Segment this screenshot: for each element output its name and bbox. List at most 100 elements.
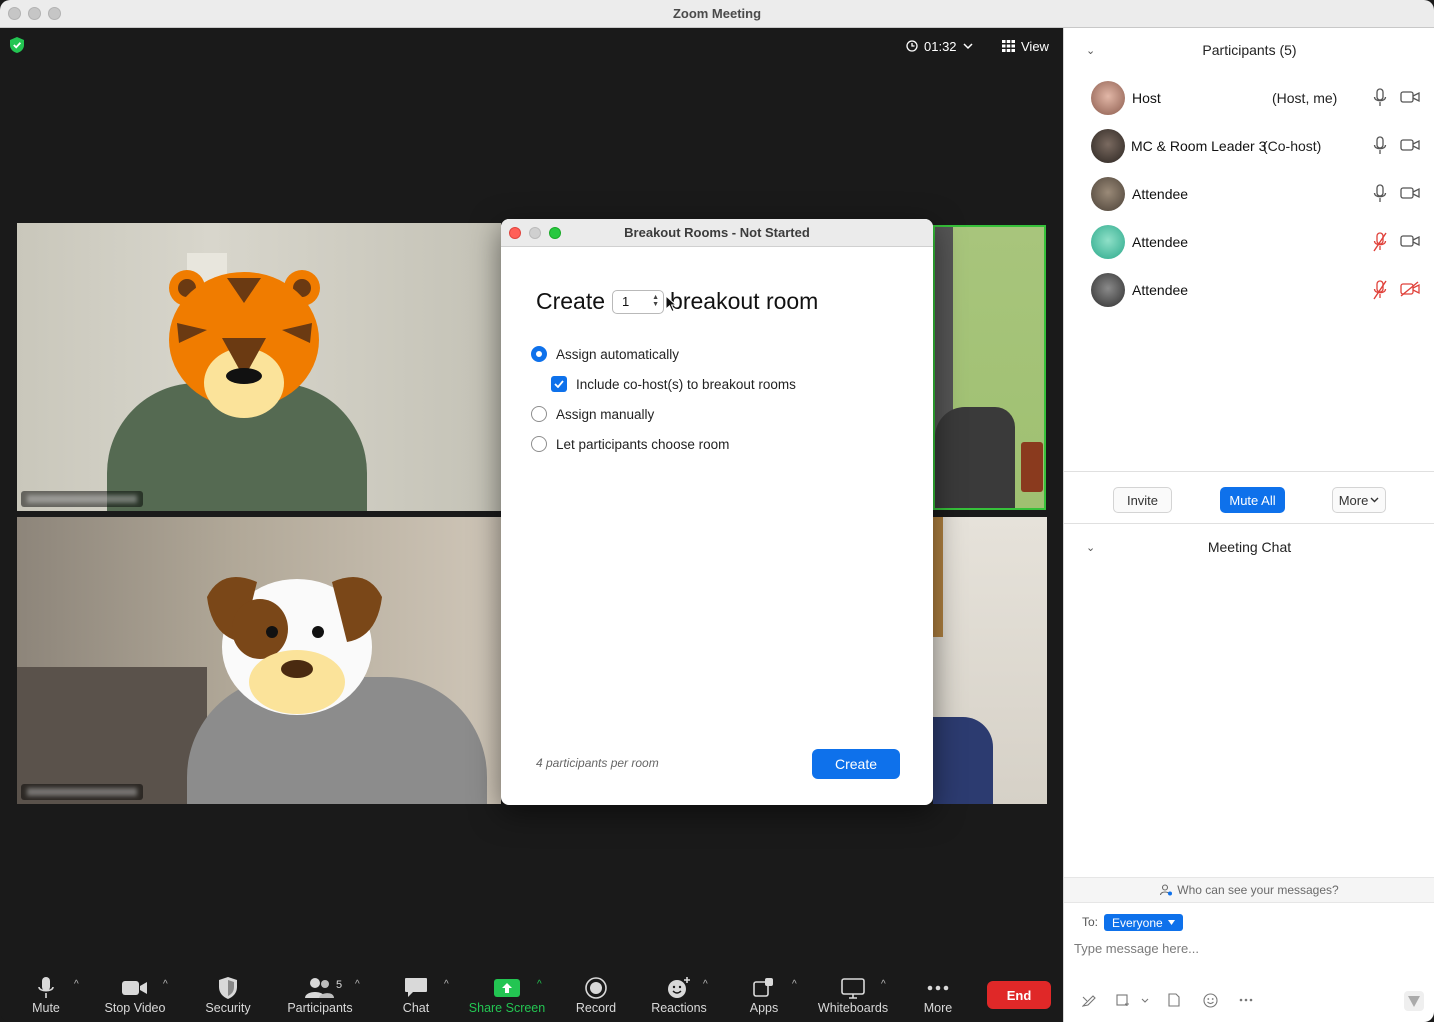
security-button[interactable]: Security	[200, 969, 256, 1022]
muted-microphone-icon[interactable]	[1373, 232, 1387, 252]
include-cohosts-label: Include co-host(s) to breakout rooms	[576, 376, 796, 392]
record-button[interactable]: Record	[572, 969, 620, 1022]
share-screen-button[interactable]: Share Screen	[466, 969, 548, 1022]
zoom-window: Zoom Meeting 01:32 View Breakout Rooms -…	[0, 0, 1434, 1022]
stop-video-button[interactable]: Stop Video	[100, 969, 170, 1022]
chat-button[interactable]: Chat	[396, 969, 436, 1022]
let-participants-choose-option[interactable]: Let participants choose room	[531, 436, 729, 452]
create-rooms-button[interactable]: Create	[812, 749, 900, 779]
video-options-caret-icon[interactable]: ^	[163, 979, 168, 990]
wall-picture	[933, 517, 943, 637]
participants-options-caret-icon[interactable]: ^	[355, 979, 360, 990]
whiteboards-button[interactable]: Whiteboards	[815, 969, 891, 1022]
chat-recipient-select[interactable]: Everyone	[1104, 914, 1183, 931]
invite-button[interactable]: Invite	[1113, 487, 1172, 513]
room-count-value: 1	[622, 293, 630, 309]
participants-header-title: Participants (5)	[1202, 42, 1297, 58]
tiger-filter-icon	[169, 270, 320, 418]
avatar	[1091, 177, 1125, 211]
breakout-rooms-dialog: Breakout Rooms - Not Started Create 1 ▲ ▼…	[501, 219, 933, 805]
dropdown-triangle-icon	[1167, 920, 1175, 925]
whiteboards-options-caret-icon[interactable]: ^	[881, 979, 886, 990]
whiteboards-label: Whiteboards	[817, 1001, 889, 1015]
participant-row[interactable]: MC & Room Leader 3 (Co-host)	[1064, 123, 1434, 171]
participants-button[interactable]: Participants	[284, 969, 356, 1022]
share-options-caret-icon[interactable]: ^	[537, 979, 542, 990]
mute-all-button[interactable]: Mute All	[1220, 487, 1285, 513]
share-screen-icon	[494, 979, 520, 997]
video-camera-icon	[122, 981, 147, 995]
screenshot-icon[interactable]	[1116, 993, 1132, 1007]
avatar	[1091, 225, 1125, 259]
video-camera-icon[interactable]	[1400, 233, 1420, 249]
chevron-down-icon	[1370, 497, 1379, 503]
chat-bubble-icon	[405, 978, 427, 997]
collapse-participants-chevron-icon[interactable]: ⌄	[1086, 44, 1095, 57]
collapse-chat-chevron-icon[interactable]: ⌄	[1086, 541, 1095, 554]
timer-text: 01:32	[924, 38, 957, 54]
file-icon[interactable]	[1168, 993, 1180, 1007]
chat-message-input[interactable]	[1074, 937, 1414, 959]
microphone-icon[interactable]	[1373, 88, 1387, 108]
dialog-title: Breakout Rooms - Not Started	[624, 225, 810, 240]
participants-count-badge: 5	[336, 979, 343, 991]
participant-row[interactable]: Host (Host, me)	[1064, 75, 1434, 123]
participant-row[interactable]: Attendee	[1064, 171, 1434, 219]
chat-header-title: Meeting Chat	[1207, 539, 1292, 555]
who-can-see-text: Who can see your messages?	[1177, 883, 1339, 897]
video-camera-icon[interactable]	[1400, 137, 1420, 153]
participant-row[interactable]: Attendee	[1064, 219, 1434, 267]
include-cohosts-checkbox[interactable]	[551, 376, 567, 392]
meeting-timer[interactable]: 01:32	[906, 35, 973, 57]
muted-microphone-icon[interactable]	[1373, 280, 1387, 300]
video-tile-2-active-speaker[interactable]	[933, 225, 1046, 510]
view-button[interactable]: View	[1002, 35, 1049, 57]
participant-name: MC & Room Leader 3	[1131, 138, 1267, 154]
video-off-icon[interactable]	[1400, 281, 1420, 297]
assign-automatically-option[interactable]: Assign automatically	[531, 346, 679, 362]
let-participants-choose-label: Let participants choose room	[556, 436, 730, 452]
more-button[interactable]: More	[918, 969, 958, 1022]
participant-row[interactable]: Attendee	[1064, 267, 1434, 315]
send-message-icon[interactable]	[1404, 991, 1424, 1011]
let-participants-choose-radio[interactable]	[531, 436, 547, 452]
side-panel: ⌄ Participants (5) Host (Host, me) MC & …	[1063, 28, 1434, 1022]
room-count-stepper[interactable]: 1 ▲ ▼	[612, 289, 665, 314]
assign-automatically-radio[interactable]	[531, 346, 547, 362]
microphone-icon	[38, 977, 54, 998]
video-tile-1[interactable]	[17, 223, 501, 511]
participant-name: Host	[1132, 90, 1161, 106]
reactions-button[interactable]: Reactions	[648, 969, 710, 1022]
apps-button[interactable]: Apps	[744, 969, 784, 1022]
record-icon	[585, 977, 607, 999]
stepper-arrows-icon[interactable]: ▲ ▼	[652, 294, 659, 308]
encryption-shield-icon[interactable]	[10, 37, 24, 53]
avatar	[1091, 129, 1125, 163]
meeting-toolbar: Mute ^ Stop Video ^ Security Participant…	[0, 969, 1063, 1022]
video-camera-icon[interactable]	[1400, 185, 1420, 201]
window-title: Zoom Meeting	[672, 6, 762, 21]
format-text-icon[interactable]	[1082, 993, 1096, 1007]
emoji-icon[interactable]	[1203, 993, 1218, 1008]
video-camera-icon[interactable]	[1400, 89, 1420, 105]
end-meeting-button[interactable]: End	[987, 981, 1051, 1009]
mute-options-caret-icon[interactable]: ^	[74, 979, 79, 990]
chat-panel-header: ⌄ Meeting Chat	[1064, 525, 1434, 569]
mouse-cursor-icon	[665, 295, 677, 313]
video-tile-4[interactable]	[933, 517, 1047, 804]
mute-button[interactable]: Mute	[22, 969, 70, 1022]
more-chat-options-icon[interactable]	[1239, 998, 1253, 1002]
microphone-icon[interactable]	[1373, 136, 1387, 156]
dog-filter-icon	[207, 577, 382, 715]
microphone-icon[interactable]	[1373, 184, 1387, 204]
assign-manually-radio[interactable]	[531, 406, 547, 422]
screenshot-options-chevron-icon[interactable]	[1141, 998, 1149, 1003]
assign-manually-option[interactable]: Assign manually	[531, 406, 654, 422]
video-tile-3[interactable]	[17, 517, 501, 804]
who-can-see-messages-link[interactable]: Who can see your messages?	[1064, 877, 1434, 903]
reactions-options-caret-icon[interactable]: ^	[703, 979, 708, 990]
more-participant-actions-button[interactable]: More	[1332, 487, 1386, 513]
include-cohosts-option[interactable]: Include co-host(s) to breakout rooms	[551, 376, 796, 392]
apps-options-caret-icon[interactable]: ^	[792, 979, 797, 990]
chat-options-caret-icon[interactable]: ^	[444, 979, 449, 990]
